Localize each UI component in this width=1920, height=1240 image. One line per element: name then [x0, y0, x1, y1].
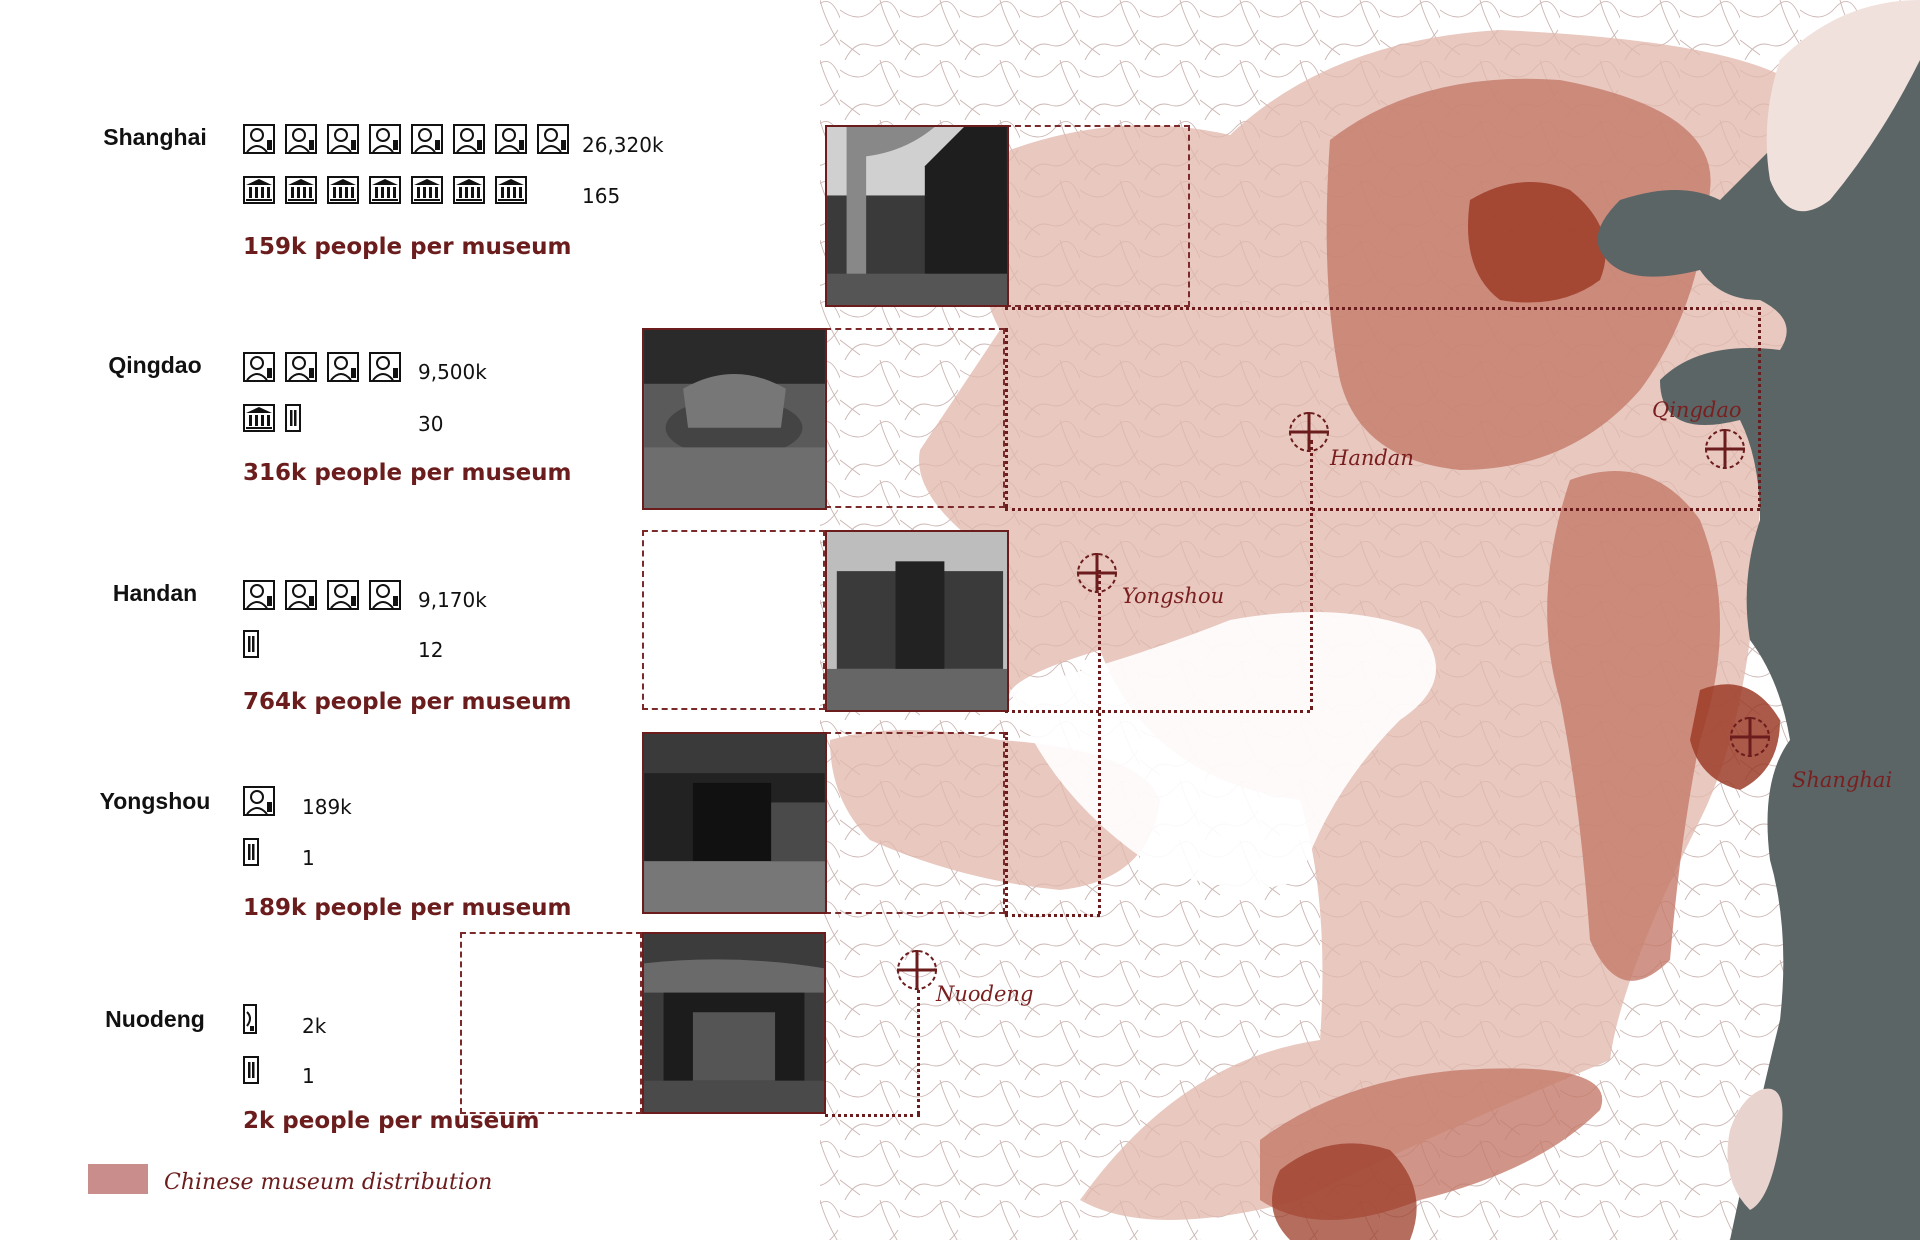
museum-icons-shanghai	[243, 176, 527, 209]
qingdao-museum-photo	[642, 328, 827, 510]
person-icon	[285, 124, 317, 159]
museum-icon	[243, 404, 275, 437]
population-icons-shanghai	[243, 124, 569, 159]
museum-icon	[243, 838, 259, 871]
ratio-yongshou: 189k people per museum	[243, 895, 572, 921]
person-icon	[243, 580, 275, 615]
map-label-yongshou: Yongshou	[1122, 584, 1225, 608]
nuodeng-connector-box	[460, 932, 642, 1114]
crosshair-marker-icon	[1728, 715, 1772, 764]
connector-line	[1005, 710, 1310, 713]
population-count-handan: 9,170k	[418, 588, 487, 612]
ratio-shanghai: 159k people per museum	[243, 234, 572, 260]
legend-swatch	[88, 1164, 148, 1194]
map-label-shanghai: Shanghai	[1792, 768, 1893, 792]
person-icon	[243, 352, 275, 387]
crosshair-marker-icon	[895, 948, 939, 997]
handan-connector-box	[642, 530, 825, 710]
connector-line	[1005, 328, 1008, 508]
population-icons-handan	[243, 580, 401, 615]
person-icon	[369, 124, 401, 159]
city-name-shanghai: Shanghai	[103, 124, 207, 150]
population-count-shanghai: 26,320k	[582, 133, 664, 157]
population-icons-nuodeng	[243, 1004, 257, 1039]
shanghai-museum-photo	[825, 125, 1009, 307]
museum-icons-handan	[243, 630, 259, 663]
museum-icon	[285, 404, 301, 437]
person-icon	[243, 124, 275, 159]
city-name-yongshou: Yongshou	[99, 788, 211, 814]
museum-icons-yongshou	[243, 838, 259, 871]
nuodeng-museum-photo	[642, 932, 826, 1114]
connector-line	[1005, 732, 1008, 914]
museum-icon	[411, 176, 443, 209]
crosshair-marker-icon	[1703, 427, 1747, 476]
population-count-yongshou: 189k	[302, 795, 352, 819]
person-icon	[453, 124, 485, 159]
connector-line	[1005, 508, 1760, 511]
person-icon	[327, 124, 359, 159]
person-icon	[327, 580, 359, 615]
qingdao-connector-box	[825, 328, 1005, 508]
yongshou-connector-box	[825, 732, 1005, 914]
museum-count-qingdao: 30	[418, 412, 444, 436]
museum-icon	[243, 1056, 259, 1089]
person-icon	[243, 786, 275, 821]
map-label-qingdao: Qingdao	[1652, 398, 1742, 422]
population-icons-yongshou	[243, 786, 275, 821]
museum-icons-nuodeng	[243, 1056, 259, 1089]
person-icon	[369, 352, 401, 387]
person-icon	[243, 1004, 257, 1039]
connector-line	[1005, 307, 1760, 310]
yongshou-museum-photo	[642, 732, 827, 914]
connector-line	[1758, 307, 1761, 507]
connector-line	[1310, 440, 1313, 710]
city-name-handan: Handan	[112, 580, 198, 606]
population-count-nuodeng: 2k	[302, 1014, 327, 1038]
city-name-qingdao: Qingdao	[108, 352, 202, 378]
connector-line	[1005, 914, 1100, 917]
population-count-qingdao: 9,500k	[418, 360, 487, 384]
shanghai-connector-box	[1005, 125, 1190, 307]
connector-line	[917, 990, 920, 1114]
legend-label: Chinese museum distribution	[164, 1170, 493, 1195]
person-icon	[285, 352, 317, 387]
person-icon	[327, 352, 359, 387]
ratio-nuodeng: 2k people per museum	[243, 1108, 540, 1134]
museum-icon	[453, 176, 485, 209]
museum-icon	[327, 176, 359, 209]
person-icon	[369, 580, 401, 615]
crosshair-marker-icon	[1075, 551, 1119, 600]
museum-icon	[243, 176, 275, 209]
person-icon	[495, 124, 527, 159]
map-label-handan: Handan	[1330, 446, 1414, 470]
connector-line	[1098, 570, 1101, 914]
museum-icon	[285, 176, 317, 209]
population-icons-qingdao	[243, 352, 401, 387]
connector-line	[825, 1114, 920, 1117]
crosshair-marker-icon	[1287, 410, 1331, 459]
ratio-qingdao: 316k people per museum	[243, 460, 572, 486]
museum-count-handan: 12	[418, 638, 444, 662]
handan-museum-photo	[825, 530, 1009, 712]
person-icon	[285, 580, 317, 615]
museum-icon	[243, 630, 259, 663]
museum-count-yongshou: 1	[302, 846, 315, 870]
person-icon	[411, 124, 443, 159]
map-label-nuodeng: Nuodeng	[936, 982, 1034, 1006]
museum-icon	[369, 176, 401, 209]
person-icon	[537, 124, 569, 159]
museum-count-shanghai: 165	[582, 184, 621, 208]
museum-icon	[495, 176, 527, 209]
museum-icons-qingdao	[243, 404, 301, 437]
city-name-nuodeng: Nuodeng	[105, 1006, 205, 1032]
ratio-handan: 764k people per museum	[243, 689, 572, 715]
museum-count-nuodeng: 1	[302, 1064, 315, 1088]
